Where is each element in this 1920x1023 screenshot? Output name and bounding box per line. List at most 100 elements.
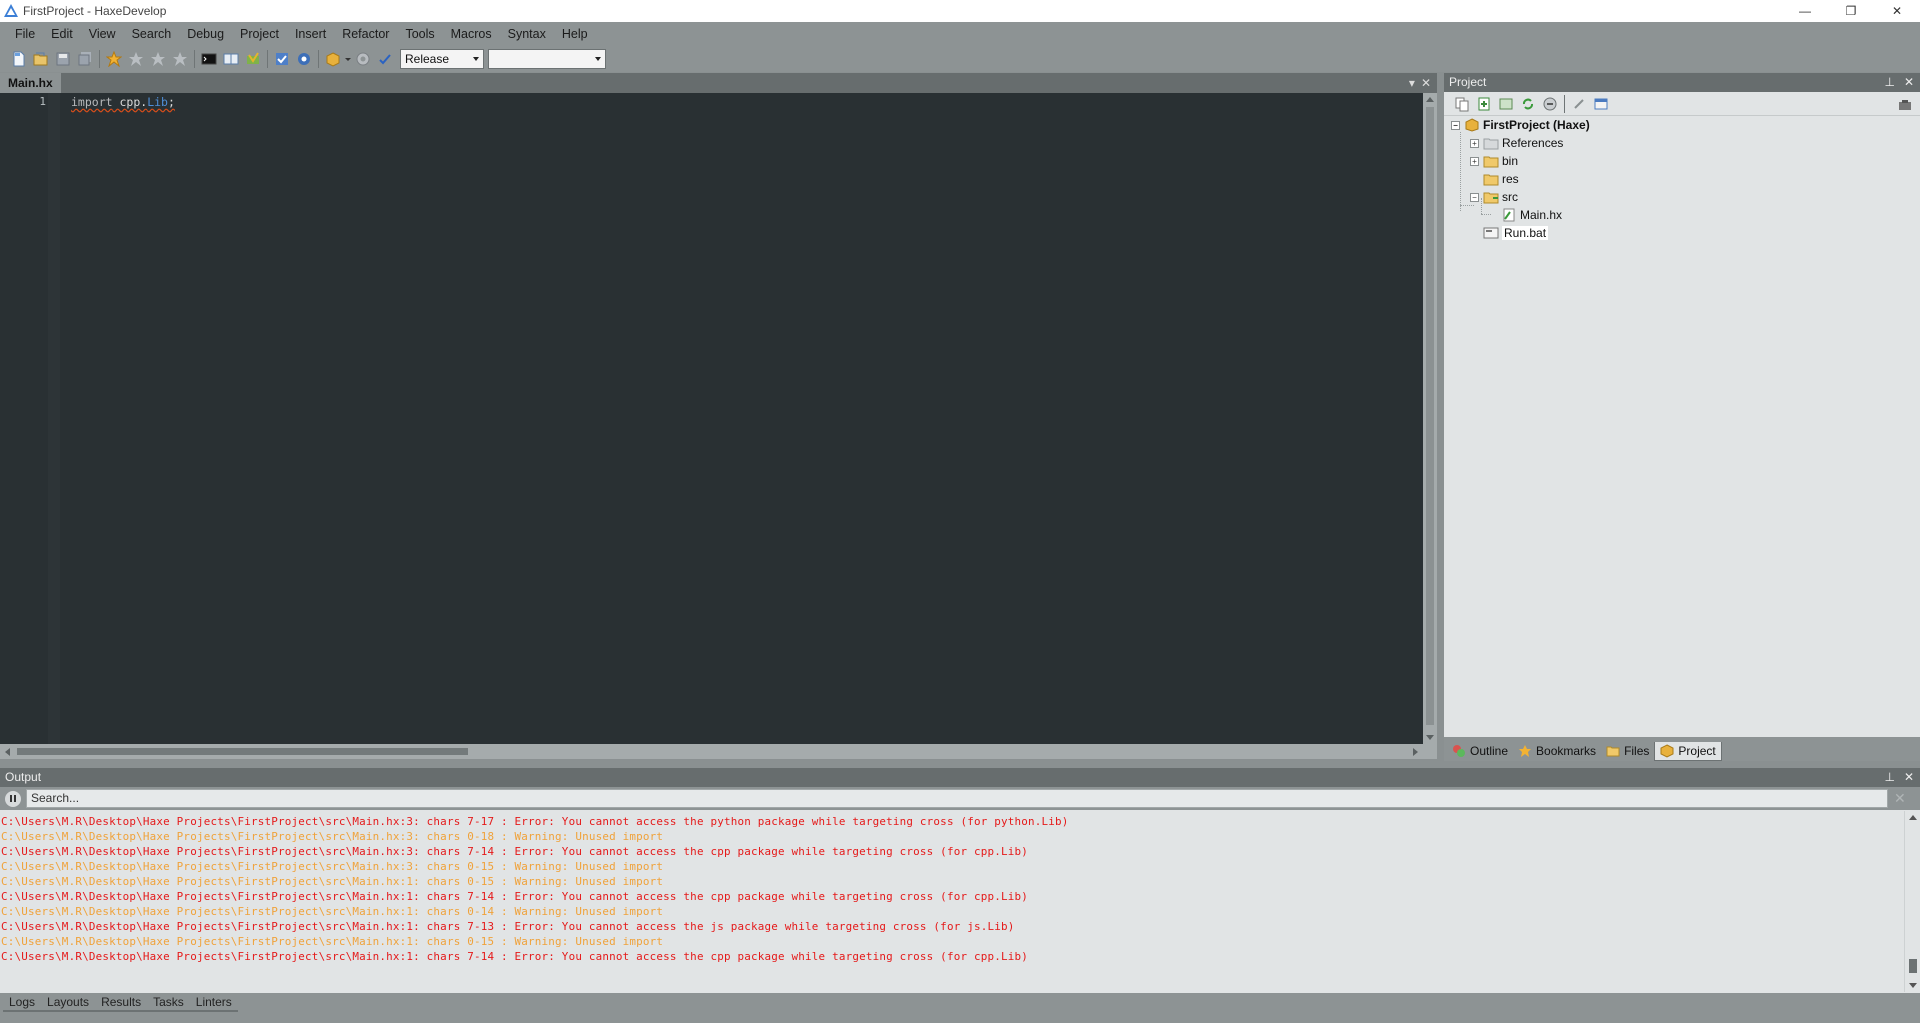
tab-files[interactable]: Files bbox=[1601, 742, 1654, 761]
next-bookmark-icon[interactable] bbox=[125, 48, 147, 70]
menu-edit[interactable]: Edit bbox=[43, 22, 81, 46]
pin-icon[interactable]: ⊥ bbox=[1884, 73, 1894, 92]
chevron-down-icon bbox=[473, 57, 479, 61]
open-settings-icon[interactable] bbox=[1568, 93, 1590, 115]
pin-icon[interactable]: ⊥ bbox=[1884, 768, 1894, 787]
tree-item-references[interactable]: + References bbox=[1470, 135, 1563, 151]
project-properties-icon[interactable] bbox=[1590, 93, 1612, 115]
target-select[interactable] bbox=[488, 49, 606, 69]
restore-button[interactable]: ❐ bbox=[1828, 0, 1874, 22]
output-log[interactable]: C:\Users\M.R\Desktop\Haxe Projects\First… bbox=[0, 811, 1904, 992]
output-search-input[interactable]: Search... bbox=[26, 789, 1888, 808]
project-panel-header: Project ⊥ ✕ bbox=[1444, 73, 1920, 92]
editor-horizontal-scrollbar[interactable] bbox=[0, 744, 1423, 759]
clear-search-icon[interactable]: ✕ bbox=[1894, 790, 1906, 807]
save-all-icon[interactable] bbox=[74, 48, 96, 70]
menu-help[interactable]: Help bbox=[554, 22, 596, 46]
tab-logs[interactable]: Logs bbox=[3, 993, 42, 1012]
project-menu-icon[interactable] bbox=[1894, 94, 1916, 116]
close-tab-icon[interactable]: ✕ bbox=[1421, 76, 1431, 90]
open-file-icon[interactable] bbox=[30, 48, 52, 70]
output-vertical-scrollbar[interactable] bbox=[1904, 811, 1920, 992]
collapse-node-icon[interactable]: − bbox=[1470, 192, 1479, 202]
tab-layouts[interactable]: Layouts bbox=[41, 993, 96, 1012]
scroll-down-icon[interactable] bbox=[1426, 735, 1434, 740]
copy-icon[interactable] bbox=[1451, 93, 1473, 115]
haxe-project-icon bbox=[1464, 118, 1480, 132]
save-icon[interactable] bbox=[52, 48, 74, 70]
tree-label: Main.hx bbox=[1520, 208, 1563, 222]
tab-outline[interactable]: Outline bbox=[1447, 742, 1513, 761]
toggle-bookmark-icon[interactable] bbox=[103, 48, 125, 70]
tree-item-bin[interactable]: + bin bbox=[1470, 153, 1518, 169]
menu-file[interactable]: File bbox=[7, 22, 43, 46]
tab-project[interactable]: Project bbox=[1654, 741, 1722, 761]
check-syntax-icon[interactable] bbox=[271, 48, 293, 70]
tab-list-dropdown-icon[interactable]: ▾ bbox=[1409, 76, 1415, 90]
scrollbar-thumb[interactable] bbox=[1909, 959, 1917, 973]
close-window-button[interactable]: ✕ bbox=[1874, 0, 1920, 22]
settings-gear-icon[interactable] bbox=[293, 48, 315, 70]
expand-node-icon[interactable]: + bbox=[1470, 138, 1479, 148]
log-line-warning: C:\Users\M.R\Desktop\Haxe Projects\First… bbox=[1, 875, 664, 888]
tree-item-main-hx[interactable]: Main.hx bbox=[1501, 207, 1562, 223]
tree-item-project-root[interactable]: − FirstProject (Haxe) bbox=[1451, 117, 1590, 133]
new-file-icon[interactable] bbox=[8, 48, 30, 70]
folder-icon bbox=[1483, 154, 1499, 168]
build-dropdown-icon[interactable] bbox=[344, 48, 352, 70]
scroll-right-icon[interactable] bbox=[1413, 748, 1418, 756]
tab-bookmarks[interactable]: Bookmarks bbox=[1513, 742, 1601, 761]
scrollbar-thumb[interactable] bbox=[1426, 107, 1434, 725]
test-movie-icon[interactable] bbox=[374, 48, 396, 70]
editor-vertical-scrollbar[interactable] bbox=[1423, 93, 1437, 744]
collapse-all-icon[interactable] bbox=[1539, 93, 1561, 115]
pause-output-icon[interactable] bbox=[5, 790, 21, 807]
tab-linters[interactable]: Linters bbox=[189, 993, 238, 1012]
tree-item-src[interactable]: − src bbox=[1470, 189, 1518, 205]
scrollbar-thumb[interactable] bbox=[17, 748, 468, 755]
previous-bookmark-icon[interactable] bbox=[147, 48, 169, 70]
tab-main-hx[interactable]: Main.hx bbox=[0, 73, 61, 93]
expand-node-icon[interactable]: + bbox=[1470, 156, 1479, 166]
project-settings-gear-icon[interactable] bbox=[352, 48, 374, 70]
command-prompt-icon[interactable] bbox=[198, 48, 220, 70]
menu-tools[interactable]: Tools bbox=[397, 22, 442, 46]
close-panel-icon[interactable]: ✕ bbox=[1904, 768, 1914, 787]
fold-margin[interactable] bbox=[48, 93, 60, 744]
refresh-icon[interactable] bbox=[1517, 93, 1539, 115]
menu-project[interactable]: Project bbox=[232, 22, 287, 46]
scroll-up-icon[interactable] bbox=[1426, 97, 1434, 102]
menu-syntax[interactable]: Syntax bbox=[500, 22, 554, 46]
minimize-button[interactable]: — bbox=[1782, 0, 1828, 22]
tab-tasks[interactable]: Tasks bbox=[147, 993, 190, 1012]
menu-view[interactable]: View bbox=[81, 22, 124, 46]
clear-bookmarks-icon[interactable] bbox=[169, 48, 191, 70]
toolbar-separator bbox=[318, 50, 319, 68]
menu-debug[interactable]: Debug bbox=[179, 22, 232, 46]
code-editor[interactable]: 1 import cpp.Lib; bbox=[0, 93, 1423, 744]
tree-item-res[interactable]: res bbox=[1483, 171, 1519, 187]
close-panel-icon[interactable]: ✕ bbox=[1904, 73, 1914, 92]
add-library-icon[interactable] bbox=[1495, 93, 1517, 115]
split-view-icon[interactable] bbox=[220, 48, 242, 70]
menu-search[interactable]: Search bbox=[124, 22, 180, 46]
run-tool-icon[interactable] bbox=[242, 48, 264, 70]
collapse-node-icon[interactable]: − bbox=[1451, 120, 1460, 130]
menu-insert[interactable]: Insert bbox=[287, 22, 334, 46]
build-project-icon[interactable] bbox=[322, 48, 344, 70]
menu-refactor[interactable]: Refactor bbox=[334, 22, 397, 46]
log-line-error: C:\Users\M.R\Desktop\Haxe Projects\First… bbox=[1, 815, 1069, 828]
tree-label: References bbox=[1502, 136, 1564, 150]
add-file-icon[interactable] bbox=[1473, 93, 1495, 115]
scroll-down-icon[interactable] bbox=[1909, 983, 1917, 988]
scroll-up-icon[interactable] bbox=[1909, 815, 1917, 820]
menu-macros[interactable]: Macros bbox=[443, 22, 500, 46]
scroll-left-icon[interactable] bbox=[5, 748, 10, 756]
build-configuration-select[interactable]: Release bbox=[400, 49, 484, 69]
source-folder-icon bbox=[1483, 190, 1499, 204]
tab-results[interactable]: Results bbox=[95, 993, 148, 1012]
code-line[interactable]: import cpp.Lib; bbox=[71, 95, 175, 109]
tree-item-run-bat[interactable]: Run.bat bbox=[1483, 225, 1549, 241]
log-line-error: C:\Users\M.R\Desktop\Haxe Projects\First… bbox=[1, 845, 1029, 858]
output-panel-header: Output ⊥ ✕ bbox=[0, 768, 1920, 787]
